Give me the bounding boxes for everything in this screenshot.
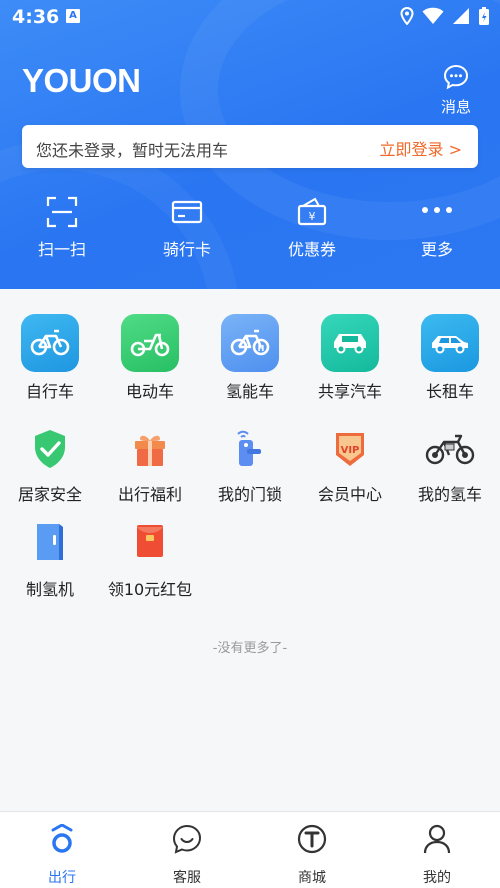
gift-icon <box>135 435 165 466</box>
notification-icon: A <box>66 9 80 23</box>
my-hydrogen-bike-icon <box>425 434 475 465</box>
coupon-icon: ¥ <box>297 197 327 226</box>
tab-travel[interactable]: 出行 <box>22 823 102 887</box>
app-logo: YOUON <box>22 62 141 99</box>
rental-car-icon <box>432 336 468 354</box>
wifi-icon <box>422 7 444 25</box>
travel-icon <box>51 823 73 853</box>
door-lock-icon <box>237 430 261 466</box>
service-label: 领10元红包 <box>107 580 193 599</box>
mall-icon <box>297 824 327 854</box>
service-label: 我的氢车 <box>417 485 482 504</box>
bottom-tab-bar: 出行 客服 商城 我的 <box>0 811 500 888</box>
service-my-hydrogen-bike[interactable]: 我的氢车 <box>400 425 500 505</box>
quick-action-label: 扫一扫 <box>37 240 86 259</box>
tab-label: 客服 <box>173 870 201 886</box>
user-icon <box>423 824 451 854</box>
chat-icon <box>172 824 202 854</box>
shield-check-icon <box>35 430 65 468</box>
header: 4:36 A YOUON 消息 您还未登录，暂时无法用车 立即登录 > 扫一扫 … <box>0 0 500 289</box>
quick-action-coupon[interactable]: ¥ 优惠券 <box>272 196 352 260</box>
service-label: 自行车 <box>25 382 74 401</box>
hydrogen-machine-icon <box>37 524 63 560</box>
service-label: 出行福利 <box>117 485 182 504</box>
quick-action-label: 优惠券 <box>287 240 336 259</box>
service-member-center[interactable]: VIP 会员中心 <box>300 425 400 505</box>
login-tip: 您还未登录，暂时无法用车 <box>36 141 229 160</box>
service-tile <box>121 314 179 372</box>
login-link[interactable]: 立即登录 > <box>380 136 463 160</box>
status-bar: 4:36 A <box>0 0 500 34</box>
message-label: 消息 <box>440 98 471 116</box>
more-icon <box>422 207 452 213</box>
service-label: 会员中心 <box>317 485 382 504</box>
svg-text:¥: ¥ <box>309 210 316 223</box>
login-banner[interactable]: 您还未登录，暂时无法用车 立即登录 > <box>22 125 478 168</box>
svg-text:H: H <box>258 344 265 353</box>
service-travel-benefits[interactable]: 出行福利 <box>100 425 200 505</box>
card-icon <box>171 200 203 224</box>
battery-icon <box>479 7 489 25</box>
service-icon-wrap <box>121 520 179 570</box>
service-tile <box>421 314 479 372</box>
service-icon-wrap <box>221 425 279 475</box>
service-hydrogen-machine[interactable]: 制氢机 <box>0 520 100 600</box>
service-rental-car[interactable]: 长租车 <box>400 314 500 402</box>
service-icon-wrap: VIP <box>321 425 379 475</box>
tab-label: 商城 <box>298 870 326 886</box>
tab-customer-service[interactable]: 客服 <box>147 824 227 887</box>
quick-action-scan[interactable]: 扫一扫 <box>22 196 102 260</box>
service-label: 氢能车 <box>225 382 274 401</box>
message-icon <box>443 64 469 90</box>
quick-action-label: 更多 <box>420 240 453 259</box>
svg-text:VIP: VIP <box>341 445 360 456</box>
tab-mine[interactable]: 我的 <box>397 824 477 887</box>
message-button[interactable]: 消息 <box>436 64 476 117</box>
shared-car-icon <box>334 334 366 354</box>
service-red-packet[interactable]: 领10元红包 <box>100 520 200 600</box>
no-more-text: -没有更多了- <box>212 641 288 656</box>
service-hydrogen-bike[interactable]: H 氢能车 <box>200 314 300 402</box>
hydrogen-bike-icon: H <box>230 329 270 356</box>
vip-badge-icon: VIP <box>336 433 364 466</box>
tab-label: 我的 <box>423 870 451 886</box>
service-tile <box>321 314 379 372</box>
bicycle-icon <box>30 329 70 356</box>
service-label: 长租车 <box>425 382 474 401</box>
service-shared-car[interactable]: 共享汽车 <box>300 314 400 402</box>
signal-icon <box>453 8 469 24</box>
service-icon-wrap <box>121 425 179 475</box>
quick-action-card[interactable]: 骑行卡 <box>147 196 227 260</box>
tab-label: 出行 <box>48 870 76 886</box>
location-icon <box>400 7 414 25</box>
service-tile <box>21 314 79 372</box>
service-icon-wrap <box>421 425 479 475</box>
service-ebike[interactable]: 电动车 <box>100 314 200 402</box>
service-label: 制氢机 <box>25 580 74 599</box>
quick-action-more[interactable]: 更多 <box>397 196 477 260</box>
status-time: 4:36 <box>12 6 60 28</box>
service-my-door-lock[interactable]: 我的门锁 <box>200 425 300 505</box>
service-icon-wrap <box>21 520 79 570</box>
red-packet-icon <box>137 525 163 557</box>
service-label: 居家安全 <box>17 485 82 504</box>
service-home-safety[interactable]: 居家安全 <box>0 425 100 505</box>
service-tile: H <box>221 314 279 372</box>
scan-icon <box>46 196 78 228</box>
status-icons <box>400 6 490 26</box>
service-icon-wrap <box>21 425 79 475</box>
service-label: 电动车 <box>125 382 174 401</box>
service-label: 我的门锁 <box>217 485 282 504</box>
quick-action-label: 骑行卡 <box>162 240 211 259</box>
service-label: 共享汽车 <box>317 382 382 401</box>
ebike-icon <box>130 333 170 357</box>
service-bicycle[interactable]: 自行车 <box>0 314 100 402</box>
tab-mall[interactable]: 商城 <box>272 824 352 887</box>
